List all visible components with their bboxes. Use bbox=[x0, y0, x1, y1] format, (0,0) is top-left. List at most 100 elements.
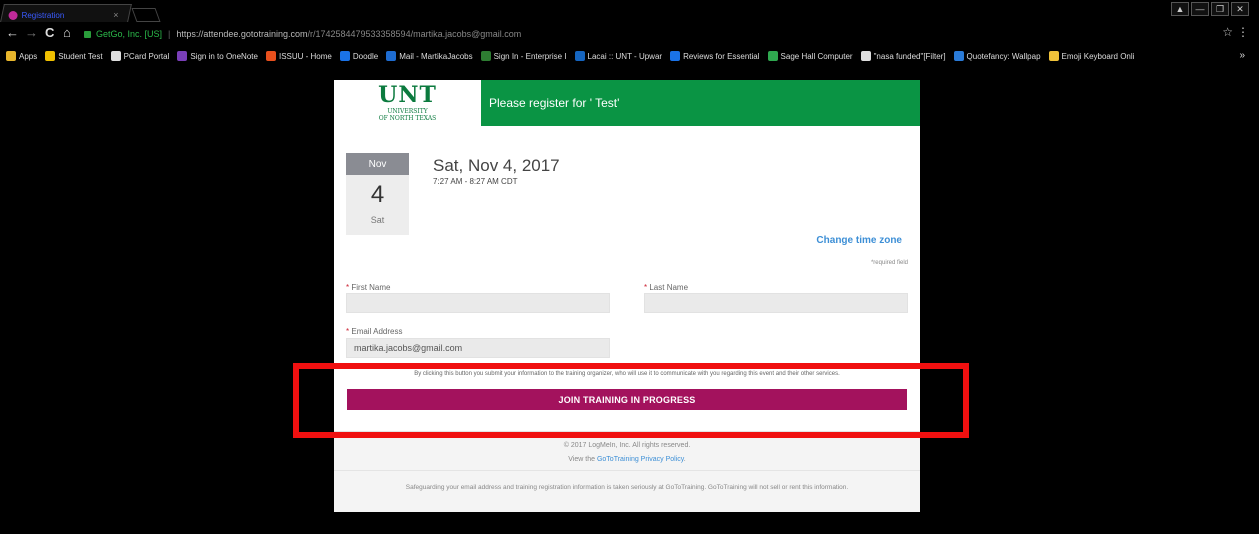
bookmark-label: ISSUU - Home bbox=[278, 51, 332, 61]
more-bookmarks-icon[interactable]: » bbox=[1239, 50, 1245, 61]
minimize-button[interactable]: — bbox=[1191, 2, 1209, 16]
unt-logo: UNT UNIVERSITY OF NORTH TEXAS bbox=[334, 80, 481, 126]
bookmark-item[interactable]: Sign In - Enterprise I bbox=[480, 51, 567, 61]
bookmark-label: Doodle bbox=[352, 51, 379, 61]
email-field[interactable]: martika.jacobs@gmail.com bbox=[346, 338, 610, 358]
bookmark-favicon-icon bbox=[339, 51, 350, 61]
window-controls: ▲ — ❐ ✕ bbox=[1171, 2, 1249, 16]
registration-card: UNT UNIVERSITY OF NORTH TEXAS Please reg… bbox=[334, 80, 920, 512]
bookmark-item[interactable]: Doodle bbox=[339, 51, 379, 61]
bookmark-item[interactable]: Sign in to OneNote bbox=[177, 51, 258, 61]
first-name-label: * First Name bbox=[346, 283, 390, 292]
first-name-field[interactable] bbox=[346, 293, 610, 313]
bookmark-item[interactable]: "nasa funded"[Filter] bbox=[860, 51, 946, 61]
bookmark-favicon-icon bbox=[670, 51, 681, 61]
url-host: https://attendee.gototraining.com bbox=[176, 29, 308, 39]
last-name-field[interactable] bbox=[644, 293, 908, 313]
profile-icon[interactable]: ▲ bbox=[1171, 2, 1189, 16]
bookmark-favicon-icon bbox=[265, 51, 276, 61]
forward-arrow-icon[interactable]: → bbox=[25, 26, 38, 40]
logo-mark: UNT bbox=[378, 82, 437, 108]
last-name-label: * Last Name bbox=[644, 283, 688, 292]
bookmark-item[interactable]: PCard Portal bbox=[110, 51, 170, 61]
bookmark-item[interactable]: Mail - MartikaJacobs bbox=[386, 51, 473, 61]
bookmark-favicon-icon bbox=[480, 51, 491, 61]
bookmark-favicon-icon bbox=[1048, 51, 1059, 61]
bookmark-item[interactable]: ISSUU - Home bbox=[265, 51, 332, 61]
bookmark-favicon-icon bbox=[110, 51, 121, 61]
bookmark-favicon-icon bbox=[177, 51, 188, 61]
date-month: Nov bbox=[346, 153, 409, 175]
bookmark-label: Apps bbox=[19, 51, 38, 61]
bookmark-item[interactable]: Emoji Keyboard Onli bbox=[1048, 51, 1135, 61]
email-label: * Email Address bbox=[346, 327, 403, 336]
url-separator: | bbox=[168, 29, 171, 39]
bookmark-favicon-icon bbox=[953, 51, 964, 61]
calendar-icon: Nov 4 Sat bbox=[346, 153, 409, 235]
bookmark-label: Mail - MartikaJacobs bbox=[399, 51, 473, 61]
bookmark-star-icon[interactable]: ☆ bbox=[1222, 25, 1233, 39]
bookmark-label: "nasa funded"[Filter] bbox=[873, 51, 946, 61]
first-name-label-text: First Name bbox=[351, 283, 391, 292]
logo-subtitle-line1: UNIVERSITY bbox=[387, 108, 428, 115]
copyright-text: © 2017 LogMeIn, Inc. All rights reserved… bbox=[563, 442, 691, 449]
required-mark: * bbox=[346, 327, 350, 336]
bookmark-label: Lacai :: UNT - Upwar bbox=[587, 51, 663, 61]
privacy-suffix: . bbox=[683, 456, 686, 463]
bookmark-item[interactable]: Apps bbox=[6, 51, 37, 61]
register-banner: Please register for ' Test' bbox=[481, 80, 920, 126]
tab-registration[interactable]: Registration × bbox=[0, 4, 132, 22]
required-field-note: *required field bbox=[870, 260, 908, 266]
footer-divider bbox=[334, 470, 920, 471]
last-name-label-text: Last Name bbox=[649, 283, 689, 292]
tab-strip: Registration × ▲ — ❐ ✕ bbox=[0, 0, 1259, 22]
reload-icon[interactable]: C bbox=[45, 26, 54, 40]
bookmark-favicon-icon bbox=[860, 51, 871, 61]
tab-title: Registration bbox=[21, 10, 65, 20]
address-bar: ← → C ⌂ GetGo, Inc. [US] | https://atten… bbox=[0, 22, 1259, 46]
bookmark-label: Quotefancy: Wallpap bbox=[966, 51, 1041, 61]
bookmark-item[interactable]: Lacai :: UNT - Upwar bbox=[574, 51, 663, 61]
change-time-zone-link[interactable]: Change time zone bbox=[816, 235, 902, 246]
safeguard-notice: Safeguarding your email address and trai… bbox=[405, 484, 849, 491]
date-weekday: Sat bbox=[370, 215, 385, 225]
bookmark-label: PCard Portal bbox=[123, 51, 170, 61]
bookmark-label: Sign In - Enterprise I bbox=[493, 51, 567, 61]
menu-icon[interactable]: ⋮ bbox=[1237, 25, 1249, 39]
page-footer: © 2017 LogMeIn, Inc. All rights reserved… bbox=[334, 431, 920, 512]
privacy-prefix: View the bbox=[568, 456, 597, 463]
lock-icon bbox=[84, 30, 91, 38]
bookmark-favicon-icon bbox=[386, 51, 397, 61]
privacy-policy-link[interactable]: GoToTraining Privacy Policy bbox=[597, 456, 684, 463]
bookmark-item[interactable]: Quotefancy: Wallpap bbox=[953, 51, 1041, 61]
bookmark-label: Reviews for Essential bbox=[683, 51, 760, 61]
bookmark-item[interactable]: Sage Hall Computer bbox=[767, 51, 853, 61]
email-label-text: Email Address bbox=[351, 327, 403, 336]
url-input[interactable]: GetGo, Inc. [US] | https://attendee.goto… bbox=[84, 25, 1234, 43]
annotation-highlight-box bbox=[293, 363, 969, 438]
favicon-icon bbox=[8, 10, 18, 20]
close-window-button[interactable]: ✕ bbox=[1231, 2, 1249, 16]
bookmark-favicon-icon bbox=[45, 51, 56, 61]
bookmark-label: Emoji Keyboard Onli bbox=[1061, 51, 1135, 61]
privacy-line: View the GoToTraining Privacy Policy. bbox=[334, 456, 920, 463]
event-date: Sat, Nov 4, 2017 bbox=[433, 156, 560, 175]
bookmark-label: Student Test bbox=[58, 51, 103, 61]
bookmark-label: Sage Hall Computer bbox=[780, 51, 853, 61]
home-icon[interactable]: ⌂ bbox=[63, 26, 71, 40]
back-arrow-icon[interactable]: ← bbox=[6, 26, 19, 40]
bookmark-favicon-icon bbox=[6, 51, 16, 61]
banner-text: Please register for ' Test' bbox=[489, 96, 620, 110]
close-tab-icon[interactable]: × bbox=[113, 10, 118, 20]
bookmarks-bar: Apps Student Test PCard Portal Sign in to O… bbox=[0, 46, 1259, 66]
required-mark: * bbox=[346, 283, 350, 292]
required-mark: * bbox=[644, 283, 648, 292]
bookmark-favicon-icon bbox=[767, 51, 778, 61]
date-day: 4 bbox=[370, 181, 385, 208]
new-tab-button[interactable] bbox=[131, 8, 161, 22]
maximize-button[interactable]: ❐ bbox=[1211, 2, 1229, 16]
bookmark-item[interactable]: Student Test bbox=[45, 51, 103, 61]
bookmark-item[interactable]: Reviews for Essential bbox=[670, 51, 760, 61]
logo-subtitle-line2: OF NORTH TEXAS bbox=[378, 115, 437, 122]
bookmark-label: Sign in to OneNote bbox=[190, 51, 258, 61]
